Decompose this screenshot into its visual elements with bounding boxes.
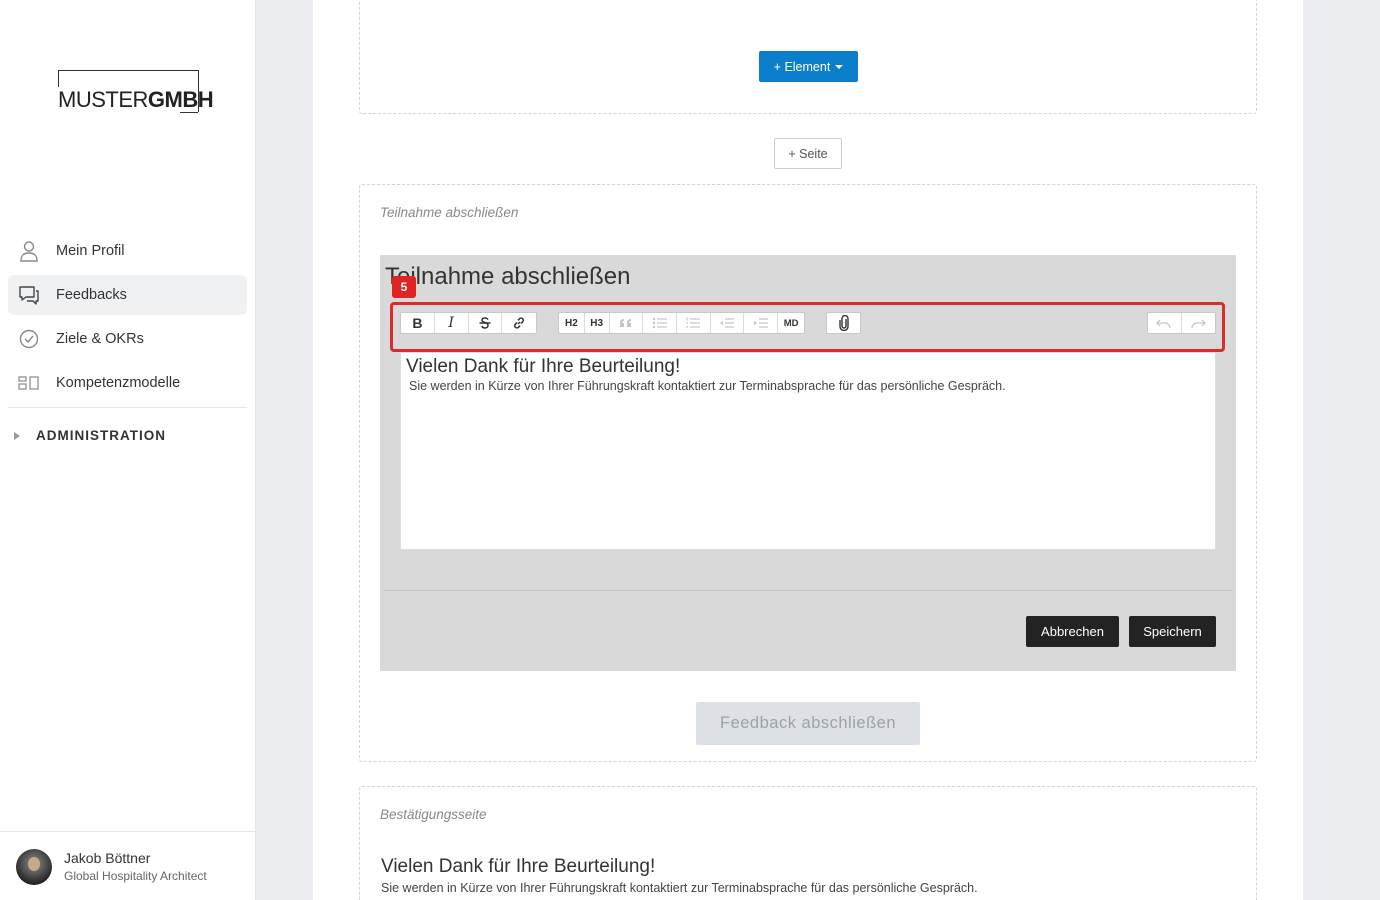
outdent-icon xyxy=(720,318,735,328)
user-icon xyxy=(18,240,40,262)
toolbar-format-group: B I xyxy=(400,312,537,334)
bold-button[interactable]: B xyxy=(401,313,435,333)
nav-item-mein-profil[interactable]: Mein Profil xyxy=(8,231,247,271)
h2-button[interactable]: H2 xyxy=(559,313,585,333)
h3-button[interactable]: H3 xyxy=(585,313,610,333)
add-element-button[interactable]: + Element xyxy=(759,51,858,82)
toolbar-history-group xyxy=(1147,312,1216,334)
confirmation-heading: Vielen Dank für Ihre Beurteilung! xyxy=(381,856,656,877)
bullet-list-button[interactable] xyxy=(643,313,678,333)
paperclip-icon xyxy=(838,315,849,331)
nav-item-ziele-okrs[interactable]: Ziele & OKRs xyxy=(8,319,247,359)
chat-icon xyxy=(18,284,40,306)
toolbar-block-group: H2 H3 MD xyxy=(558,312,805,334)
logo-part1: MUSTER xyxy=(58,87,148,112)
finish-feedback-button[interactable]: Feedback abschließen xyxy=(696,702,920,745)
main-nav: Mein Profil Feedbacks Ziele & OKRs Kompe… xyxy=(8,231,247,408)
strikethrough-icon xyxy=(479,317,491,329)
link-button[interactable] xyxy=(502,313,536,333)
nav-item-feedbacks[interactable]: Feedbacks xyxy=(8,275,247,315)
avatar xyxy=(16,849,52,885)
add-page-button[interactable]: + Seite xyxy=(774,138,842,169)
user-role: Global Hospitality Architect xyxy=(64,869,207,883)
logo-text: MUSTERGMBH xyxy=(58,87,214,112)
outdent-button[interactable] xyxy=(711,313,745,333)
check-circle-icon xyxy=(18,328,40,350)
bullet-list-icon xyxy=(652,317,667,329)
nav-item-administration[interactable]: ADMINISTRATION xyxy=(14,428,166,443)
editor-content-text: Sie werden in Kürze von Ihrer Führungskr… xyxy=(409,379,1006,393)
italic-button[interactable]: I xyxy=(435,313,469,333)
model-icon xyxy=(18,372,40,394)
toolbar-attach-group xyxy=(826,312,861,334)
nav-label: Feedbacks xyxy=(56,287,127,303)
redo-icon xyxy=(1191,319,1207,329)
caret-right-icon xyxy=(14,431,20,440)
redo-button[interactable] xyxy=(1182,313,1216,333)
editor-content-heading: Vielen Dank für Ihre Beurteilung! xyxy=(406,356,681,377)
indent-icon xyxy=(753,318,768,328)
indent-button[interactable] xyxy=(744,313,779,333)
nav-label: Kompetenzmodelle xyxy=(56,375,181,391)
nav-divider xyxy=(8,407,247,408)
nav-label: Mein Profil xyxy=(56,243,125,259)
markdown-button[interactable]: MD xyxy=(778,313,804,333)
link-icon xyxy=(514,317,525,329)
sidebar: MUSTERGMBH Mein Profil Feedbacks Ziele &… xyxy=(0,0,256,900)
user-profile[interactable]: Jakob Böttner Global Hospitality Archite… xyxy=(0,831,255,900)
cancel-button[interactable]: Abbrechen xyxy=(1026,616,1119,647)
user-name: Jakob Böttner xyxy=(64,850,151,866)
numbered-list-button[interactable] xyxy=(677,313,711,333)
numbered-list-icon xyxy=(686,317,701,328)
nav-label: Ziele & OKRs xyxy=(56,331,144,347)
confirmation-text: Sie werden in Kürze von Ihrer Führungskr… xyxy=(381,881,978,895)
finish-section-label: Teilnahme abschließen xyxy=(380,205,519,220)
quote-icon xyxy=(619,319,631,327)
step-badge: 5 xyxy=(392,276,416,298)
logo-part2: GMBH xyxy=(147,87,214,112)
add-element-label: + Element xyxy=(773,59,831,74)
company-logo[interactable]: MUSTERGMBH xyxy=(58,70,214,113)
admin-label: ADMINISTRATION xyxy=(36,428,166,443)
confirmation-label: Bestätigungsseite xyxy=(380,807,487,822)
nav-item-kompetenzmodelle[interactable]: Kompetenzmodelle xyxy=(8,363,247,403)
undo-button[interactable] xyxy=(1148,313,1182,333)
strikethrough-button[interactable] xyxy=(469,313,503,333)
undo-icon xyxy=(1156,319,1171,329)
save-button[interactable]: Speichern xyxy=(1129,616,1216,647)
editor-title: Teilnahme abschließen xyxy=(385,263,631,290)
caret-down-icon xyxy=(835,64,844,69)
attach-button[interactable] xyxy=(827,313,860,333)
quote-button[interactable] xyxy=(610,313,644,333)
editor-divider xyxy=(384,590,1232,591)
